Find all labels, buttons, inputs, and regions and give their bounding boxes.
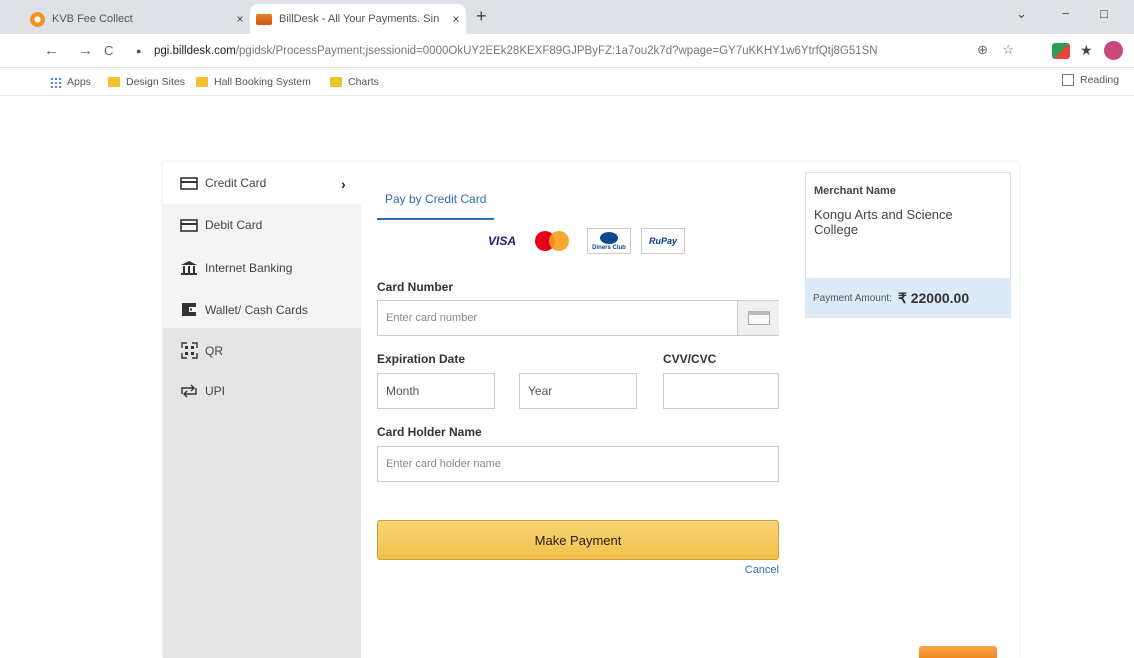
cancel-link[interactable]: Cancel [745,564,779,576]
tab-kvb-fee-collect[interactable]: KVB Fee Collect × [30,4,250,34]
mastercard-logo [533,228,577,254]
partial-logo-badge [919,646,997,658]
minimize-button[interactable]: − [1062,6,1070,21]
credit-card-icon [179,176,199,190]
card-number-label: Card Number [377,280,454,294]
method-label: Wallet/ Cash Cards [205,302,308,317]
close-tab-icon[interactable]: × [446,12,466,26]
reading-list-icon [1062,74,1074,86]
url-path: /pgidsk/ProcessPayment;jsessionid=0000Ok… [235,45,878,57]
card-type-icon [737,301,779,335]
new-tab-button[interactable]: + [476,6,487,27]
bookmark-apps[interactable]: Apps [50,76,91,88]
payment-amount-bar: Payment Amount: ₹ 22000.00 [805,278,1011,318]
merchant-name: Kongu Arts and Science College [814,207,953,237]
payment-amount-value: ₹ 22000.00 [897,289,970,306]
diners-club-logo: Diners Club [587,228,631,254]
method-label: Internet Banking [205,261,293,275]
wallet-icon [179,302,199,317]
method-qr[interactable]: QR [179,342,223,359]
method-label: QR [205,343,223,358]
url-bar[interactable]: ● pgi.billdesk.com /pgidsk/ProcessPaymen… [130,39,1020,63]
bookmark-label: Hall Booking System [214,76,311,88]
visa-logo: VISA [487,234,516,248]
bookmark-label: Apps [67,76,91,88]
method-upi[interactable]: UPI [179,384,225,398]
folder-icon [330,77,342,87]
bookmark-hall-booking-system[interactable]: Hall Booking System [196,76,311,88]
card-holder-name-label: Card Holder Name [377,425,482,439]
method-label: Debit Card [205,218,263,232]
bookmark-design-sites[interactable]: Design Sites [108,76,185,88]
payment-panel: Credit Card › Debit Card Internet Bankin… [163,162,1019,658]
card-network-logos: VISA Diners Club RuPay [481,228,685,254]
tab-pay-by-credit-card[interactable]: Pay by Credit Card [377,184,495,220]
method-debit-card[interactable]: Debit Card [179,218,262,232]
chevron-right-icon: › [341,176,346,192]
folder-icon [196,77,208,87]
apps-grid-icon [50,76,61,88]
tab-title: KVB Fee Collect [52,13,133,25]
reading-list-button[interactable]: Reading [1062,74,1119,86]
rupay-logo: RuPay [641,228,685,254]
bookmark-charts[interactable]: Charts [330,76,379,88]
reading-list-label: Reading [1080,74,1120,86]
folder-icon [108,77,120,87]
bookmark-label: Charts [348,76,379,88]
diners-label: Diners Club [592,244,626,251]
card-number-input[interactable]: Enter card number [377,300,779,336]
address-toolbar: ← → C ● pgi.billdesk.com /pgidsk/Process… [0,34,1134,68]
translate-icon[interactable]: ⊕ [977,42,988,58]
merchant-name-label: Merchant Name [814,185,896,197]
credit-card-form: Pay by Credit Card VISA Diners Club RuPa… [377,162,779,658]
expiry-month-select[interactable]: Month [377,373,495,409]
maximize-button[interactable]: □ [1100,6,1108,21]
bookmark-label: Design Sites [126,76,185,88]
method-wallet-cash-cards[interactable]: Wallet/ Cash Cards [179,302,308,317]
expiration-date-label: Expiration Date [377,352,466,366]
close-tab-icon[interactable]: × [230,12,250,26]
url-host: pgi.billdesk.com [154,45,236,57]
bookmarks-bar: Apps Design Sites Hall Booking System Ch… [0,68,1134,96]
back-button[interactable]: ← [44,42,59,59]
extension-icon[interactable] [1052,43,1070,59]
kvb-favicon-icon [30,11,45,27]
card-holder-name-input[interactable]: Enter card holder name [377,446,779,482]
tab-search-icon[interactable]: ⌄ [1016,6,1027,22]
lock-icon: ● [136,46,142,56]
cvv-label: CVV/CVC [663,352,717,366]
make-payment-button[interactable]: Make Payment [377,520,779,560]
expiry-year-select[interactable]: Year [519,373,637,409]
method-label: Credit Card [205,176,267,190]
tab-title: BillDesk - All Your Payments. Sin [279,13,440,25]
browser-tab-bar: KVB Fee Collect × BillDesk - All Your Pa… [0,0,1134,34]
profile-avatar[interactable] [1104,41,1123,60]
payment-amount-label: Payment Amount: [813,292,892,304]
forward-button[interactable]: → [78,42,93,59]
reload-button[interactable]: C [104,43,113,58]
debit-card-icon [179,218,199,232]
cvv-input[interactable] [663,373,779,409]
method-internet-banking[interactable]: Internet Banking [179,260,292,276]
tab-billdesk[interactable]: BillDesk - All Your Payments. Sin × [250,4,466,34]
qr-icon [179,342,199,359]
billdesk-favicon-icon [256,13,272,25]
method-label: UPI [205,384,226,398]
payment-methods-sidebar: Credit Card › Debit Card Internet Bankin… [163,162,361,658]
bank-icon [179,260,199,276]
upi-icon [179,384,199,398]
method-credit-card[interactable]: Credit Card [179,176,266,190]
bookmark-star-icon[interactable]: ☆ [1002,42,1014,58]
extensions-puzzle-icon[interactable]: ★ [1080,42,1093,59]
